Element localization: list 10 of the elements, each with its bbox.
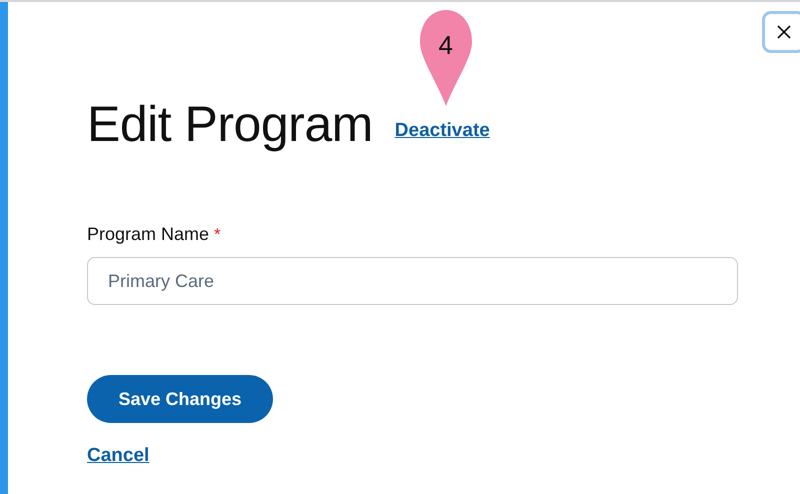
deactivate-link[interactable]: Deactivate [394, 120, 490, 141]
required-mark: * [214, 225, 221, 245]
program-name-field[interactable]: Primary Care [87, 257, 738, 305]
save-changes-button[interactable]: Save Changes [87, 375, 273, 423]
close-icon [776, 24, 792, 40]
close-button[interactable] [762, 11, 800, 53]
dialog-title: Edit Program [87, 95, 373, 154]
cancel-link[interactable]: Cancel [87, 445, 150, 466]
field-label: Program Name [87, 224, 210, 245]
callout-pin: 4 [420, 10, 472, 106]
